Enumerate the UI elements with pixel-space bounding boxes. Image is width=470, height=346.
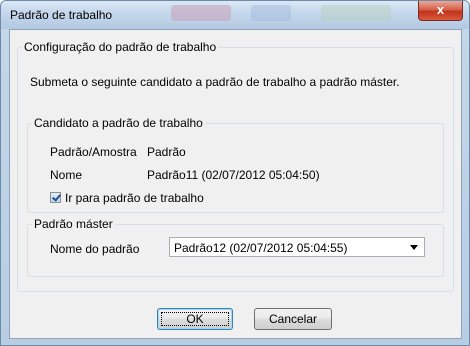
standard-name-label: Nome do padrão — [50, 242, 140, 256]
background-blur — [171, 5, 231, 21]
dialog-window: Padrão de trabalho x Configuração do pad… — [0, 0, 470, 346]
standard-name-dropdown[interactable]: Padrão12 (02/07/2012 05:04:55) — [169, 237, 425, 257]
config-group-legend: Configuração do padrão de trabalho — [24, 40, 217, 54]
chevron-down-icon — [410, 245, 418, 250]
close-icon: x — [436, 2, 445, 17]
name-value: Padrão11 (02/07/2012 05:04:50) — [147, 168, 320, 182]
cancel-button[interactable]: Cancelar — [254, 308, 332, 330]
close-button[interactable]: x — [418, 1, 463, 21]
type-value: Padrão — [147, 145, 186, 159]
dialog-client-area: Configuração do padrão de trabalho Subme… — [9, 29, 462, 339]
background-blur — [251, 5, 291, 21]
focus-rectangle — [161, 312, 229, 326]
type-label: Padrão/Amostra — [50, 145, 137, 159]
standard-name-selected: Padrão12 (02/07/2012 05:04:55) — [174, 241, 348, 255]
instruction-text: Submeta o seguinte candidato a padrão de… — [30, 75, 400, 89]
candidate-group-legend: Candidato a padrão de trabalho — [34, 116, 203, 130]
name-label: Nome — [50, 168, 83, 182]
background-blur — [321, 5, 391, 21]
cancel-button-label: Cancelar — [268, 312, 318, 326]
master-group-legend: Padrão máster — [34, 217, 113, 231]
goto-working-standard-label[interactable]: Ir para padrão de trabalho — [65, 191, 204, 205]
ok-button[interactable]: OK — [157, 308, 233, 330]
goto-working-standard-checkbox[interactable] — [50, 192, 61, 203]
title-bar[interactable]: Padrão de trabalho x — [1, 1, 469, 29]
window-title: Padrão de trabalho — [10, 8, 113, 22]
